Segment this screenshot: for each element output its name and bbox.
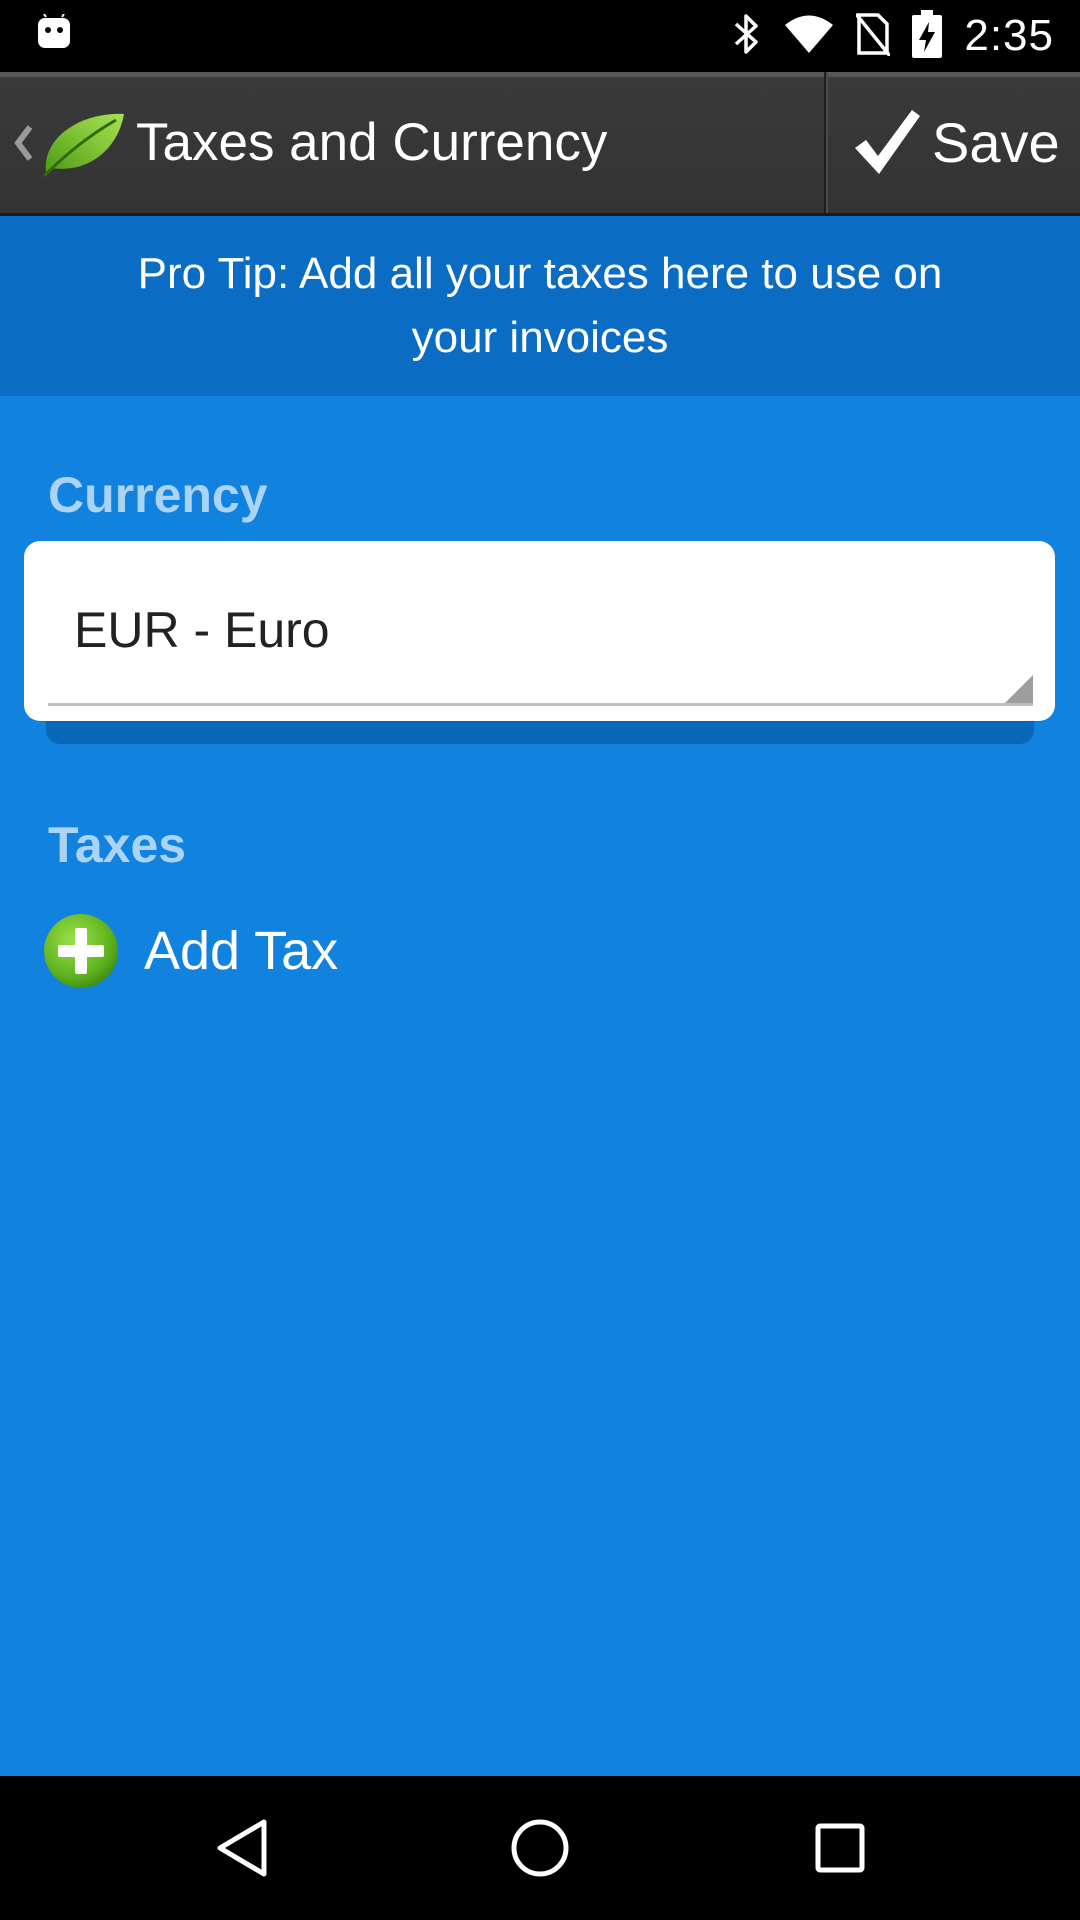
android-icon bbox=[36, 13, 72, 54]
pro-tip-banner: Pro Tip: Add all your taxes here to use … bbox=[0, 216, 1080, 396]
dropdown-triangle-icon bbox=[1005, 675, 1033, 703]
taxes-section-label: Taxes bbox=[48, 817, 187, 873]
currency-value: EUR - Euro bbox=[74, 602, 330, 658]
navigation-bar bbox=[0, 1776, 1080, 1920]
screen-title: Taxes and Currency bbox=[136, 113, 608, 172]
action-divider bbox=[824, 72, 826, 213]
no-sim-icon bbox=[854, 12, 892, 60]
status-time: 2:35 bbox=[964, 11, 1054, 60]
currency-section-label: Currency bbox=[48, 467, 268, 523]
leaf-logo-icon bbox=[42, 113, 124, 177]
add-tax-label: Add Tax bbox=[144, 921, 339, 981]
checkmark-icon bbox=[855, 109, 920, 174]
save-button[interactable]: Save bbox=[828, 72, 1080, 213]
save-label: Save bbox=[932, 111, 1060, 174]
action-bar: Taxes and Currency Save bbox=[0, 72, 1080, 216]
pro-tip-text: Pro Tip: Add all your taxes here to use … bbox=[137, 249, 943, 362]
bluetooth-icon bbox=[732, 12, 762, 60]
nav-back-icon[interactable] bbox=[206, 1812, 278, 1884]
content-area: Currency EUR - Euro Taxes Add Tax bbox=[0, 396, 1080, 1776]
up-navigation[interactable]: Taxes and Currency bbox=[0, 72, 820, 213]
add-circle-icon bbox=[44, 914, 118, 988]
wifi-icon bbox=[784, 14, 834, 58]
status-bar: 2:35 bbox=[0, 0, 1080, 72]
currency-card: EUR - Euro bbox=[24, 541, 1055, 721]
add-tax-button[interactable]: Add Tax bbox=[42, 911, 338, 991]
currency-spinner[interactable]: EUR - Euro bbox=[48, 541, 1033, 706]
battery-charging-icon bbox=[912, 10, 943, 62]
nav-home-icon[interactable] bbox=[504, 1812, 576, 1884]
app-screen: 2:35 Taxes and Currency Save Pro Tip: Ad… bbox=[0, 0, 1080, 1920]
chevron-left-icon bbox=[14, 124, 33, 161]
nav-recents-icon[interactable] bbox=[804, 1812, 876, 1884]
